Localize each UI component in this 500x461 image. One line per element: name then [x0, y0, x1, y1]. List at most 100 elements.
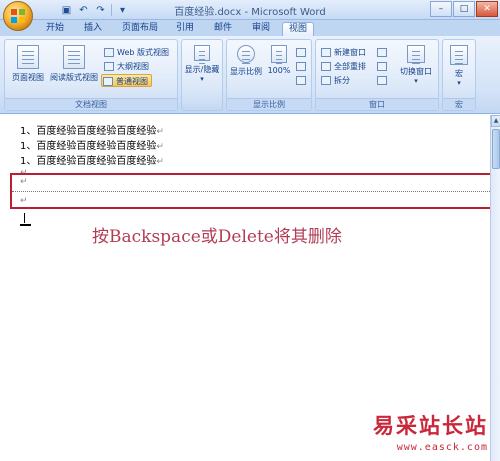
doc-line-text: 1、百度经验百度经验百度经验 [20, 126, 157, 137]
switch-windows-button[interactable]: 切换窗口 ▾ [394, 43, 438, 95]
one-page-button[interactable] [295, 46, 307, 59]
title-bar: ▣ ↶ ↷ ▾ 百度经验.docx - Microsoft Word – □ ✕ [0, 0, 500, 31]
paragraph-mark-icon: ↵ [156, 157, 164, 167]
web-layout-label: Web 版式视图 [117, 48, 169, 57]
zoom-group-label: 显示比例 [227, 98, 311, 110]
empty-paragraph[interactable]: ↵ [20, 195, 28, 206]
sync-scroll-icon [377, 62, 387, 71]
close-button[interactable]: ✕ [476, 1, 498, 17]
print-layout-button[interactable]: 页面视图 [7, 43, 49, 95]
new-window-label: 新建窗口 [334, 48, 366, 57]
doc-line-3[interactable]: 1、百度经验百度经验百度经验↵ [20, 152, 164, 167]
minimize-button[interactable]: – [430, 1, 452, 17]
zoom-100-icon [271, 45, 287, 63]
print-layout-icon [17, 45, 39, 69]
page-width-button[interactable] [295, 74, 307, 87]
tab-review[interactable]: 审阅 [246, 22, 276, 36]
two-pages-button[interactable] [295, 60, 307, 73]
new-window-icon [321, 48, 331, 57]
window-controls: – □ ✕ [430, 1, 498, 17]
instruction-annotation: 按Backspace或Delete将其删除 [92, 227, 342, 247]
scroll-up-icon[interactable]: ▲ [491, 115, 500, 127]
outline-label: 大纲视图 [117, 62, 149, 71]
arrange-all-label: 全部重排 [334, 62, 366, 71]
two-pages-icon [296, 62, 306, 71]
paragraph-mark-icon: ↵ [156, 142, 164, 152]
web-layout-button[interactable]: Web 版式视图 [103, 46, 169, 59]
page-width-icon [296, 76, 306, 85]
view-side-by-side-button[interactable] [376, 46, 388, 59]
watermark-name: 易采站长站 [373, 413, 488, 438]
zoom-button[interactable]: 显示比例 [227, 43, 265, 95]
arrange-all-button[interactable]: 全部重排 [320, 60, 366, 73]
reset-position-icon [377, 76, 387, 85]
group-document-views: 页面视图 阅读版式视图 Web 版式视图 大纲视图 普通视图 文档视图 [4, 39, 178, 111]
tab-home[interactable]: 开始 [40, 22, 70, 36]
window-title: 百度经验.docx - Microsoft Word [174, 7, 326, 18]
site-watermark: 易采站长站 www.easck.com [373, 410, 488, 453]
macros-label: 宏 [455, 69, 463, 78]
group-show-hide: 显示/隐藏 ▾ [181, 39, 223, 111]
vertical-scrollbar[interactable]: ▲ [490, 115, 500, 461]
zoom-100-label: 100% [267, 66, 291, 75]
sync-scroll-button[interactable] [376, 60, 388, 73]
paragraph-mark-icon: ↵ [20, 177, 28, 187]
split-icon [321, 76, 331, 85]
reading-layout-button[interactable]: 阅读版式视图 [47, 43, 101, 95]
macros-icon [450, 45, 468, 65]
tab-view[interactable]: 视图 [282, 22, 315, 36]
reading-layout-label: 阅读版式视图 [50, 73, 98, 82]
page-break-line [12, 191, 492, 192]
doc-line-text: 1、百度经验百度经验百度经验 [20, 141, 157, 152]
show-hide-icon [194, 45, 210, 61]
switch-windows-icon [407, 45, 425, 63]
reset-position-button[interactable] [376, 74, 388, 87]
zoom-100-button[interactable]: 100% [265, 43, 293, 95]
window-group-label: 窗口 [316, 98, 438, 110]
outline-button[interactable]: 大纲视图 [103, 60, 149, 73]
draft-label: 普通视图 [116, 77, 148, 86]
switch-windows-dropdown-icon: ▾ [414, 77, 418, 85]
doc-line-1[interactable]: 1、百度经验百度经验百度经验↵ [20, 122, 164, 137]
switch-windows-label: 切换窗口 [400, 67, 432, 76]
arrange-all-icon [321, 62, 331, 71]
outline-icon [104, 62, 114, 71]
paragraph-mark-icon: ↵ [20, 196, 28, 206]
document-views-label: 文档视图 [5, 98, 177, 110]
side-by-side-icon [377, 48, 387, 57]
paragraph-mark-icon: ↵ [156, 127, 164, 137]
new-window-button[interactable]: 新建窗口 [320, 46, 366, 59]
draft-icon [103, 77, 113, 86]
scroll-thumb[interactable] [492, 129, 500, 169]
ribbon: 页面视图 阅读版式视图 Web 版式视图 大纲视图 普通视图 文档视图 显示/隐… [0, 36, 500, 114]
ribbon-tabs: 开始 插入 页面布局 引用 邮件 审阅 视图 [0, 20, 500, 36]
maximize-button[interactable]: □ [453, 1, 475, 17]
split-button[interactable]: 拆分 [320, 74, 350, 87]
reading-layout-icon [63, 45, 85, 69]
tab-mailings[interactable]: 邮件 [208, 22, 238, 36]
zoom-button-label: 显示比例 [230, 67, 262, 76]
macros-group-label: 宏 [443, 98, 475, 110]
tab-page-layout[interactable]: 页面布局 [116, 22, 164, 36]
tab-references[interactable]: 引用 [170, 22, 200, 36]
doc-line-2[interactable]: 1、百度经验百度经验百度经验↵ [20, 137, 164, 152]
web-layout-icon [104, 48, 114, 57]
show-hide-button[interactable]: 显示/隐藏 ▾ [182, 43, 222, 95]
draft-button[interactable]: 普通视图 [101, 74, 152, 87]
show-hide-label: 显示/隐藏 [184, 65, 220, 74]
split-label: 拆分 [334, 76, 350, 85]
macros-button[interactable]: 宏 ▾ [443, 43, 475, 95]
group-macros: 宏 ▾ 宏 [442, 39, 476, 111]
print-layout-label: 页面视图 [12, 73, 44, 82]
one-page-icon [296, 48, 306, 57]
group-zoom: 显示比例 100% 显示比例 [226, 39, 312, 111]
doc-line-text: 1、百度经验百度经验百度经验 [20, 156, 157, 167]
watermark-url: www.easck.com [396, 442, 488, 453]
show-hide-dropdown-icon: ▾ [200, 75, 204, 83]
magnifier-icon [237, 45, 255, 63]
office-logo-icon [11, 9, 25, 23]
office-button[interactable] [3, 1, 33, 31]
group-window: 新建窗口 全部重排 拆分 切换窗口 ▾ 窗口 [315, 39, 439, 111]
tab-insert[interactable]: 插入 [78, 22, 108, 36]
empty-paragraph[interactable]: ↵ [20, 176, 28, 187]
